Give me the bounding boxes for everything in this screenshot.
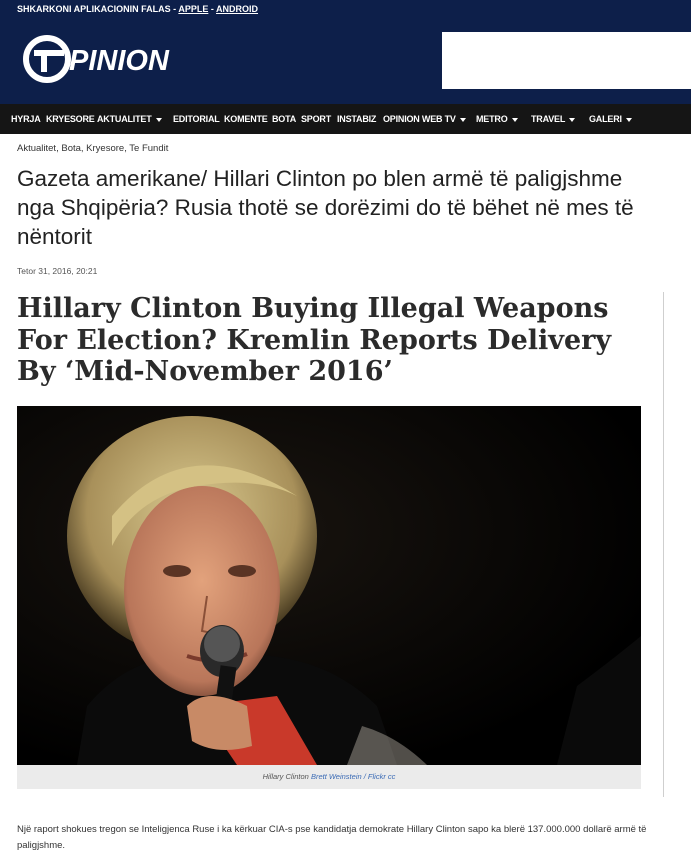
nav-item-aktualitet[interactable]: AKTUALITET (97, 114, 162, 124)
nav-item-opinion-web-tv[interactable]: OPINION WEB TV (383, 114, 466, 124)
logo-text: PINION (69, 45, 170, 77)
chevron-down-icon (511, 117, 518, 122)
article-headline: Gazeta amerikane/ Hillari Clinton po ble… (17, 166, 634, 249)
content-divider (663, 292, 664, 797)
photo-credit-link[interactable]: Brett Weinstein / Flickr cc (311, 772, 395, 781)
advertisement-slot[interactable] (442, 32, 691, 89)
download-app-text: SHKARKONI APLIKACIONIN FALAS - (17, 4, 179, 14)
nav-item-galeri[interactable]: GALERI (589, 114, 632, 124)
article-date: Tetor 31, 2016, 20:21 (17, 266, 98, 276)
nav-item-instabiz[interactable]: INSTABIZ (337, 114, 376, 124)
photo-caption: Hillary Clinton Brett Weinstein / Flickr… (17, 765, 641, 789)
site-logo[interactable]: PINION (22, 34, 172, 84)
nav-item-hyrja[interactable]: HYRJA (11, 114, 41, 124)
android-link[interactable]: ANDROID (216, 4, 258, 14)
nav-item-kryesore[interactable]: KRYESORE (46, 114, 95, 124)
article-body: Një raport shokues tregon se Inteligjenc… (17, 824, 647, 851)
main-navigation: HYRJA KRYESORE AKTUALITET EDITORIAL KOME… (0, 104, 691, 134)
apple-link[interactable]: APPLE (178, 4, 208, 14)
nav-item-travel[interactable]: TRAVEL (531, 114, 576, 124)
nav-item-editorial[interactable]: EDITORIAL (173, 114, 220, 124)
article-photo (17, 406, 641, 765)
caption-name: Hillary Clinton (262, 772, 309, 781)
nav-item-bota[interactable]: BOTA (272, 114, 296, 124)
separator: - (208, 4, 217, 14)
english-title: Hillary Clinton Buying Illegal Weapons F… (17, 293, 612, 387)
site-header: PINION (0, 18, 691, 104)
breadcrumb[interactable]: Aktualitet, Bota, Kryesore, Te Fundit (17, 143, 168, 154)
nav-item-komente[interactable]: KOMENTE (224, 114, 268, 124)
chevron-down-icon (625, 117, 632, 122)
nav-item-sport[interactable]: SPORT (301, 114, 331, 124)
chevron-down-icon (569, 117, 576, 122)
chevron-down-icon (155, 117, 162, 122)
nav-item-metro[interactable]: METRO (476, 114, 518, 124)
chevron-down-icon (459, 117, 466, 122)
top-app-banner: SHKARKONI APLIKACIONIN FALAS - APPLE - A… (0, 0, 691, 18)
